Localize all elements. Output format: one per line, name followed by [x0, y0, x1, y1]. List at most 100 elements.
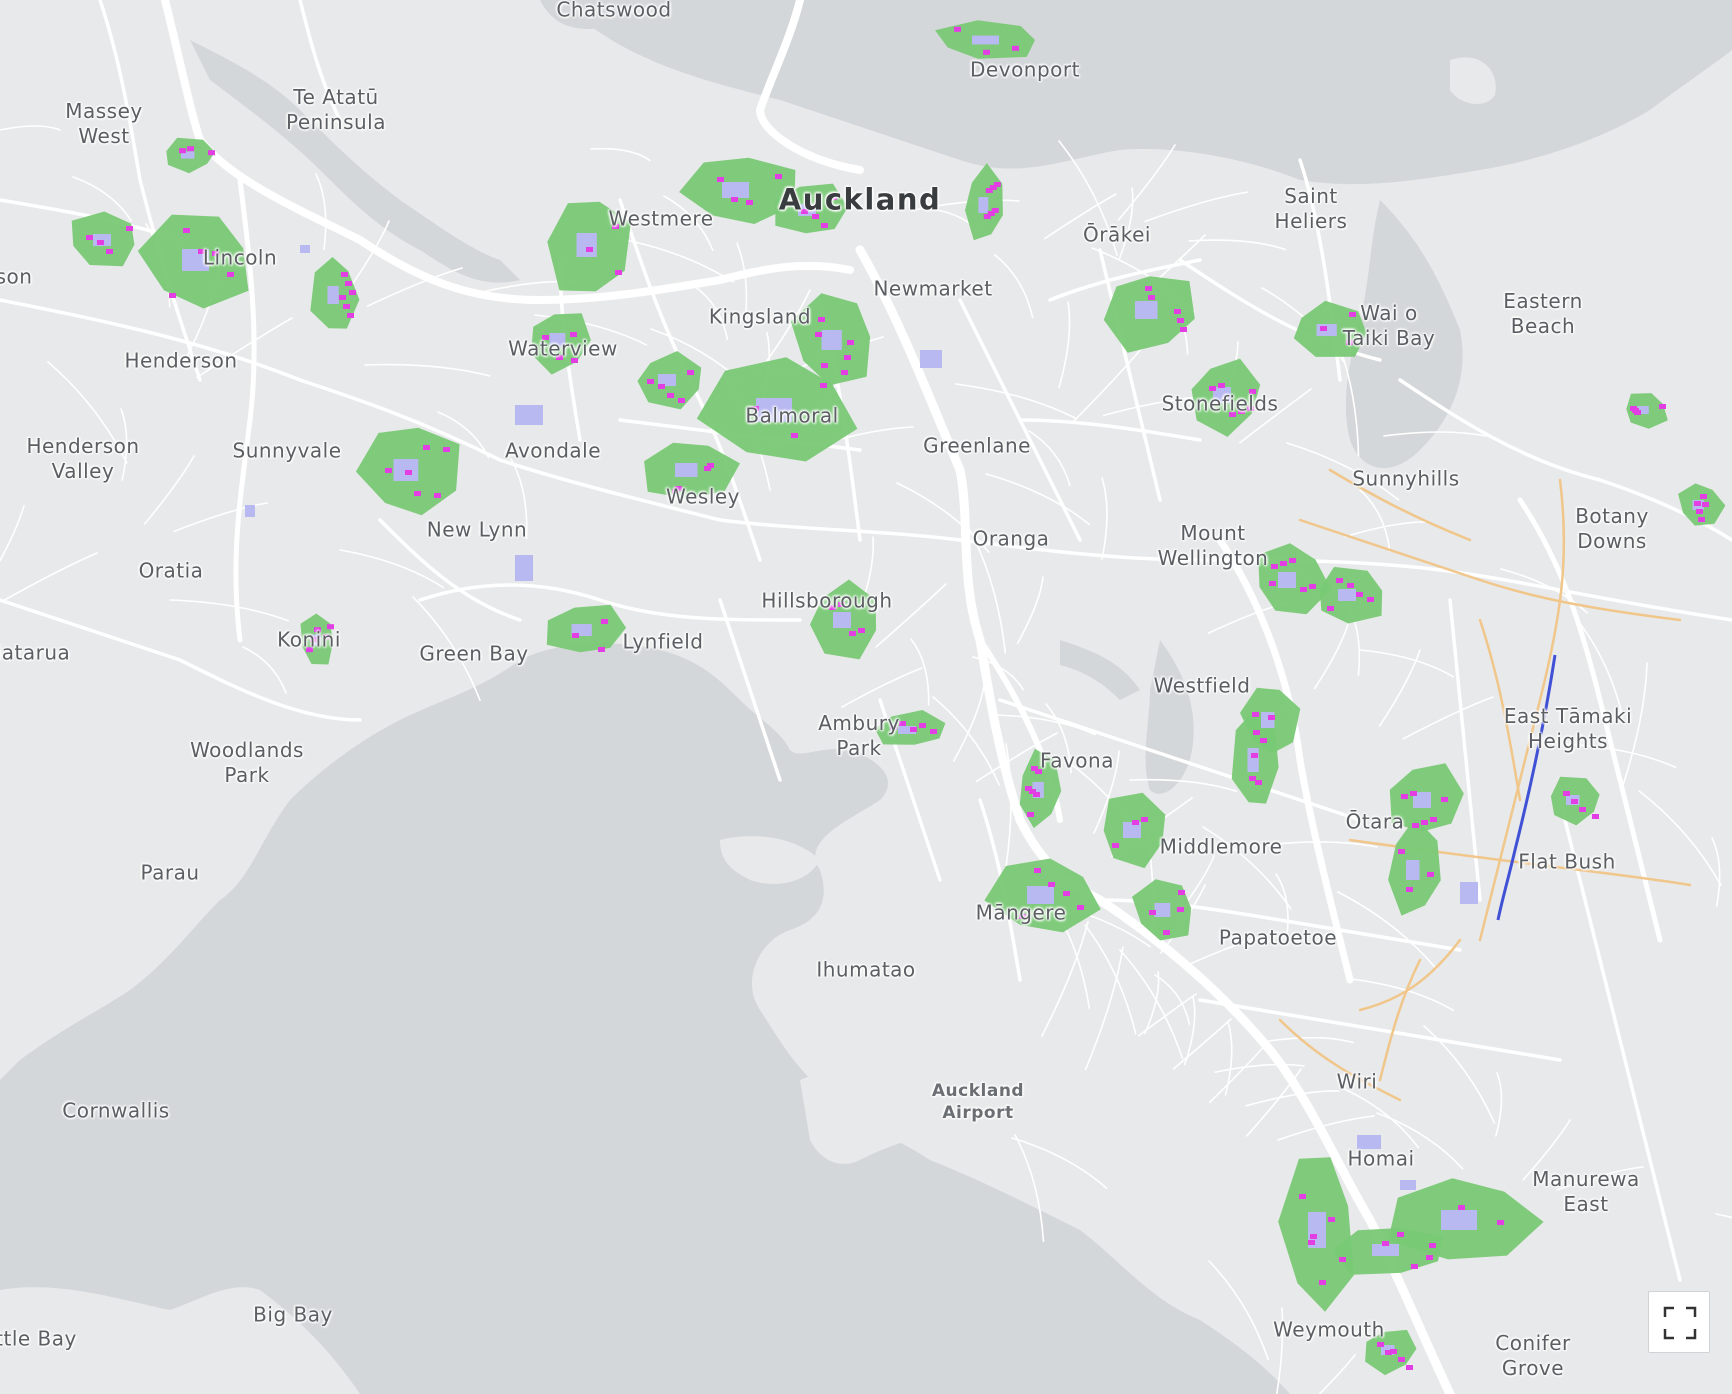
- magenta-point: [1327, 606, 1334, 611]
- magenta-point: [1027, 812, 1034, 817]
- magenta-point: [349, 290, 356, 295]
- magenta-point: [1025, 786, 1032, 791]
- magenta-point: [1309, 584, 1316, 589]
- magenta-point: [434, 493, 441, 498]
- lavender-area: [1135, 301, 1158, 319]
- magenta-point: [198, 249, 205, 254]
- magenta-point: [405, 470, 412, 475]
- magenta-point: [1163, 930, 1170, 935]
- magenta-point: [126, 226, 133, 231]
- magenta-point: [1247, 406, 1254, 411]
- lavender-area: [756, 398, 792, 422]
- magenta-point: [993, 182, 1001, 187]
- magenta-point: [570, 332, 577, 337]
- magenta-point: [1218, 383, 1225, 388]
- magenta-point: [310, 637, 317, 643]
- magenta-point: [818, 317, 825, 322]
- lavender-area: [1338, 589, 1356, 601]
- magenta-point: [1063, 891, 1070, 896]
- magenta-point: [542, 335, 549, 340]
- magenta-point: [1592, 814, 1599, 819]
- magenta-point: [1149, 910, 1156, 915]
- map-view[interactable]: Auckland Auckland Airport Chatswood Devon…: [0, 0, 1732, 1394]
- magenta-point: [1012, 45, 1019, 51]
- magenta-point: [752, 406, 759, 411]
- magenta-point: [1328, 1217, 1335, 1222]
- magenta-point: [1390, 1349, 1397, 1354]
- magenta-point: [1398, 1357, 1405, 1362]
- lavender-area: [576, 233, 597, 257]
- magenta-point: [1698, 517, 1705, 522]
- magenta-point: [687, 370, 694, 375]
- magenta-point: [1320, 326, 1327, 331]
- magenta-point: [1694, 501, 1701, 506]
- magenta-point: [227, 272, 234, 277]
- magenta-point: [1356, 592, 1363, 597]
- lavender-area: [1247, 748, 1259, 772]
- lavender-area: [978, 197, 989, 213]
- magenta-point: [306, 647, 313, 653]
- lavender-area: [300, 245, 310, 253]
- magenta-point: [601, 619, 608, 624]
- magenta-point: [443, 447, 450, 452]
- magenta-point: [1382, 1241, 1389, 1246]
- magenta-point: [1255, 780, 1262, 785]
- magenta-point: [1427, 872, 1434, 877]
- magenta-point: [1696, 509, 1703, 514]
- magenta-point: [179, 148, 186, 154]
- magenta-point: [1347, 583, 1354, 588]
- magenta-point: [1249, 389, 1256, 394]
- magenta-point: [830, 195, 837, 200]
- magenta-point: [717, 177, 724, 182]
- magenta-point: [314, 627, 321, 633]
- magenta-point: [847, 340, 854, 345]
- lavender-area: [1027, 886, 1054, 904]
- lavender-area: [1154, 903, 1171, 917]
- magenta-point: [598, 647, 605, 652]
- magenta-point: [208, 150, 215, 156]
- lavender-area: [1406, 860, 1420, 880]
- magenta-point: [658, 384, 665, 389]
- magenta-point: [1571, 799, 1578, 804]
- magenta-point: [1300, 587, 1307, 592]
- magenta-point: [1112, 843, 1119, 848]
- magenta-point: [1177, 318, 1184, 323]
- magenta-point: [841, 370, 848, 375]
- magenta-point: [849, 631, 856, 636]
- magenta-point: [829, 605, 836, 610]
- magenta-point: [1630, 406, 1637, 411]
- magenta-point: [1209, 386, 1216, 391]
- magenta-point: [1260, 738, 1267, 743]
- magenta-point: [414, 491, 421, 496]
- magenta-point: [97, 240, 104, 245]
- magenta-point: [1367, 597, 1374, 602]
- magenta-point: [954, 26, 961, 32]
- lavender-area: [327, 286, 339, 304]
- magenta-point: [212, 251, 219, 256]
- magenta-point: [612, 224, 619, 229]
- magenta-point: [1406, 1365, 1413, 1370]
- magenta-point: [746, 200, 753, 205]
- magenta-point: [815, 332, 822, 337]
- magenta-point: [991, 208, 999, 213]
- magenta-point: [792, 200, 799, 205]
- magenta-point: [1659, 404, 1666, 409]
- magenta-point: [586, 247, 593, 252]
- fullscreen-button[interactable]: [1648, 1291, 1710, 1353]
- lavender-area: [515, 555, 533, 581]
- magenta-point: [1401, 794, 1408, 799]
- magenta-point: [1349, 312, 1356, 317]
- lavender-area: [675, 463, 698, 477]
- magenta-point: [1251, 753, 1258, 758]
- magenta-point: [339, 295, 346, 300]
- magenta-point: [1180, 327, 1187, 332]
- lavender-area: [1357, 1135, 1381, 1149]
- magenta-point: [731, 197, 738, 202]
- magenta-point: [1441, 797, 1448, 802]
- magenta-point: [1346, 340, 1353, 345]
- magenta-point: [812, 214, 819, 219]
- magenta-point: [667, 393, 674, 398]
- magenta-point: [1430, 817, 1437, 822]
- magenta-point: [1700, 494, 1707, 499]
- magenta-point: [86, 235, 93, 240]
